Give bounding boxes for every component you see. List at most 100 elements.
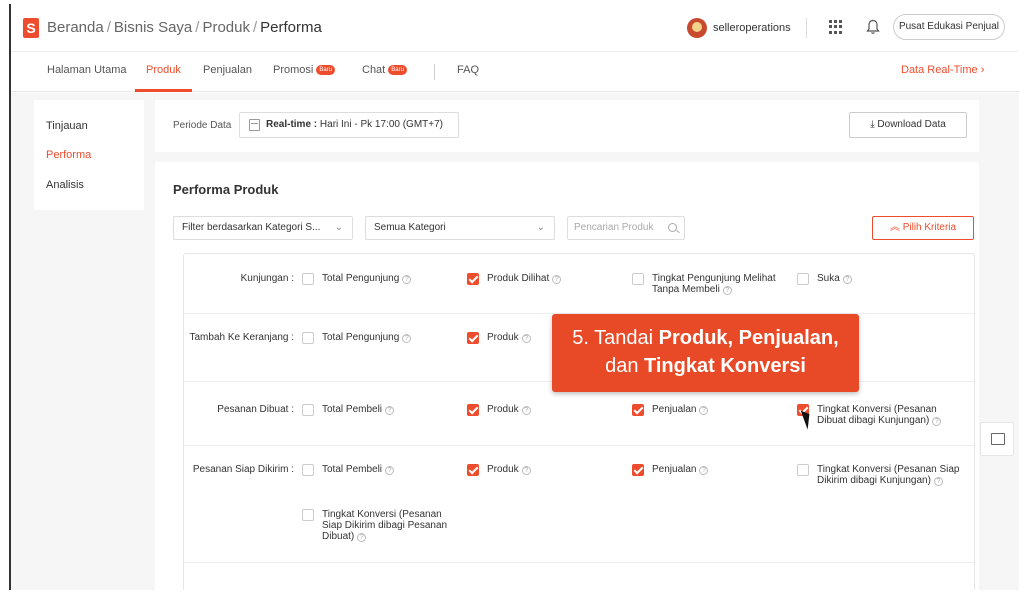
option-label: Penjualan <box>652 404 697 415</box>
bell-icon[interactable] <box>866 19 880 35</box>
callout-text: 5. Tandai <box>572 327 659 349</box>
tab-faq[interactable]: FAQ <box>457 52 479 92</box>
download-data-button[interactable]: ⤓ Download Data <box>849 112 967 138</box>
divider <box>434 64 435 80</box>
criteria-option[interactable]: Penjualan? <box>632 464 782 476</box>
question-circle-icon[interactable]: ? <box>357 533 367 542</box>
question-circle-icon[interactable]: ? <box>385 466 395 475</box>
option-label: Tingkat Pengunjung Melihat Tanpa Membeli <box>652 273 776 295</box>
realtime-link[interactable]: Data Real-Time › <box>901 52 984 88</box>
period-selector[interactable]: Real-time : Hari Ini - Pk 17:00 (GMT+7) <box>239 112 459 138</box>
checkbox[interactable] <box>632 404 644 416</box>
question-circle-icon[interactable]: ? <box>932 417 942 426</box>
criteria-option[interactable]: Penjualan? <box>632 404 782 416</box>
callout-highlight: Produk, Penjualan, <box>658 327 839 349</box>
user-menu[interactable]: selleroperations <box>687 18 791 38</box>
checkbox[interactable] <box>467 273 479 285</box>
checkbox[interactable] <box>302 404 314 416</box>
checkbox[interactable] <box>797 273 809 285</box>
breadcrumb-item[interactable]: Beranda <box>47 19 104 36</box>
tab-label: Promosi <box>273 64 314 76</box>
breadcrumb-item[interactable]: Bisnis Saya <box>114 19 192 36</box>
checkbox[interactable] <box>467 464 479 476</box>
new-badge: Baru <box>388 65 407 75</box>
criteria-option[interactable]: Suka? <box>797 273 947 285</box>
category-type-dropdown[interactable]: Filter berdasarkan Kategori S... ⌄ <box>173 216 353 240</box>
realtime-link-label: Data Real-Time <box>901 64 978 76</box>
product-search-input[interactable]: Pencarian Produk <box>567 216 685 240</box>
calendar-icon <box>249 119 260 131</box>
chevron-right-icon: › <box>980 64 985 76</box>
checkbox[interactable] <box>632 464 644 476</box>
criteria-option[interactable]: Produk Dilihat? <box>467 273 617 285</box>
row-label: Pesanan Dibuat : <box>217 404 294 415</box>
criteria-option[interactable]: Produk? <box>467 464 617 476</box>
checkbox[interactable] <box>302 273 314 285</box>
dropdown-value: Semua Kategori <box>374 222 446 233</box>
question-circle-icon[interactable]: ? <box>521 334 531 343</box>
checkbox[interactable] <box>302 332 314 344</box>
edu-center-button[interactable]: Pusat Edukasi Penjual <box>893 14 1005 40</box>
question-circle-icon[interactable]: ? <box>402 334 412 343</box>
question-circle-icon[interactable]: ? <box>552 275 562 284</box>
criteria-option[interactable]: Total Pembeli? <box>302 464 452 476</box>
breadcrumb-item[interactable]: Produk <box>202 19 250 36</box>
period-value: Hari Ini - Pk 17:00 (GMT+7) <box>319 119 443 130</box>
tab-chat[interactable]: Chat Baru <box>362 52 407 92</box>
section-title: Performa Produk <box>173 182 279 197</box>
tab-penjualan[interactable]: Penjualan <box>203 52 252 92</box>
question-circle-icon[interactable]: ? <box>385 406 395 415</box>
category-dropdown[interactable]: Semua Kategori ⌄ <box>365 216 555 240</box>
tab-label: FAQ <box>457 64 480 76</box>
username: selleroperations <box>713 22 791 34</box>
criteria-option[interactable]: Total Pengunjung? <box>302 332 452 344</box>
tab-promosi[interactable]: Promosi Baru <box>273 52 336 92</box>
tab-produk[interactable]: Produk <box>135 52 192 92</box>
sidebar-item-tinjauan[interactable]: Tinjauan <box>46 120 88 132</box>
option-label: Tingkat Konversi (Pesanan Siap Dikirim d… <box>322 509 448 542</box>
tutorial-callout: 5. Tandai Produk, Penjualan, dan Tingkat… <box>552 314 859 392</box>
option-label: Penjualan <box>652 464 697 475</box>
question-circle-icon[interactable]: ? <box>933 477 943 486</box>
question-circle-icon[interactable]: ? <box>521 406 531 415</box>
checkbox[interactable] <box>302 464 314 476</box>
option-label: Total Pengunjung <box>322 273 400 284</box>
criteria-option[interactable]: Tingkat Konversi (Pesanan Siap Dikirim d… <box>302 509 452 542</box>
checkbox[interactable] <box>467 404 479 416</box>
chat-float-icon[interactable] <box>980 422 1014 456</box>
criteria-option[interactable]: Produk? <box>467 404 617 416</box>
question-circle-icon[interactable]: ? <box>521 466 531 475</box>
question-circle-icon[interactable]: ? <box>402 275 412 284</box>
breadcrumb-separator: / <box>252 19 258 36</box>
question-circle-icon[interactable]: ? <box>699 466 709 475</box>
shopee-bag-icon[interactable]: S <box>23 17 39 38</box>
divider <box>806 18 807 38</box>
tab-label: Produk <box>146 64 181 76</box>
question-circle-icon[interactable]: ? <box>699 406 709 415</box>
criteria-option[interactable]: Total Pengunjung? <box>302 273 452 285</box>
question-circle-icon[interactable]: ? <box>842 275 852 284</box>
sidebar-item-analisis[interactable]: Analisis <box>46 179 84 191</box>
checkbox[interactable] <box>632 273 644 285</box>
dropdown-value: Filter berdasarkan Kategori S... <box>182 222 321 233</box>
option-label: Suka <box>817 273 840 284</box>
grid-icon[interactable] <box>829 20 843 34</box>
select-criteria-button[interactable]: ︽ Pilih Kriteria <box>872 216 974 240</box>
option-label: Total Pembeli <box>322 464 383 475</box>
checkbox[interactable] <box>467 332 479 344</box>
period-card: Periode Data Real-time : Hari Ini - Pk 1… <box>155 100 979 152</box>
sidebar-item-performa[interactable]: Performa <box>46 149 91 161</box>
tab-halaman-utama[interactable]: Halaman Utama <box>47 52 126 92</box>
criteria-option[interactable]: Total Pembeli? <box>302 404 452 416</box>
download-icon: ⤓ <box>870 119 875 130</box>
checkbox[interactable] <box>302 509 314 521</box>
checkbox[interactable] <box>797 464 809 476</box>
chevron-up-double-icon: ︽ <box>889 222 900 233</box>
sidebar: Tinjauan Performa Analisis <box>34 100 144 210</box>
question-circle-icon[interactable]: ? <box>722 286 732 295</box>
main-tabs: Halaman Utama Produk Penjualan Promosi Ba… <box>11 52 1019 92</box>
chevron-down-icon: ⌄ <box>334 222 343 233</box>
criteria-option[interactable]: Tingkat Pengunjung Melihat Tanpa Membeli… <box>632 273 792 295</box>
criteria-option[interactable]: Tingkat Konversi (Pesanan Siap Dikirim d… <box>797 464 965 486</box>
criteria-option[interactable]: Tingkat Konversi (Pesanan Dibuat dibagi … <box>797 404 957 426</box>
